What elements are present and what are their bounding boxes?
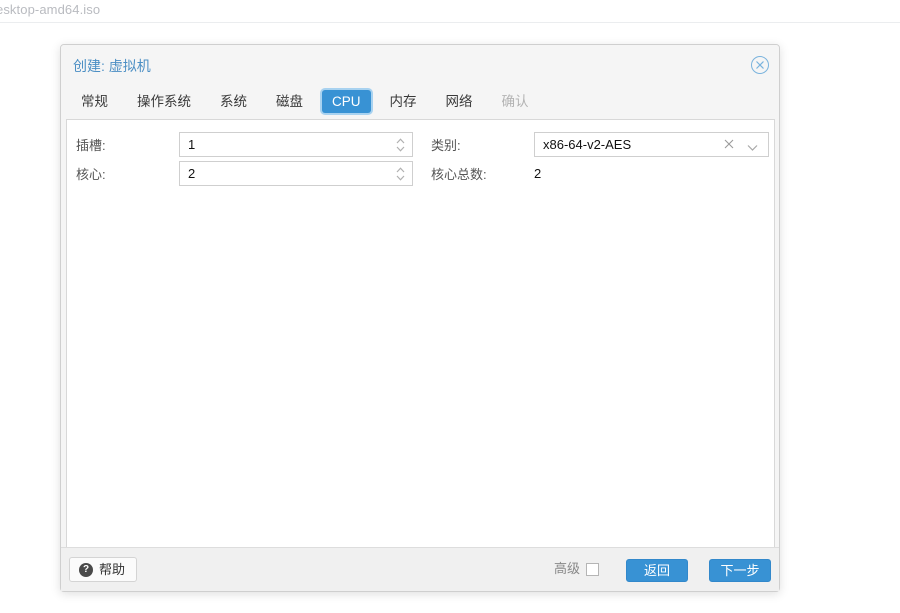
tab-general[interactable]: 常规 — [71, 90, 118, 113]
sockets-value: 1 — [188, 136, 196, 152]
advanced-label: 高级 — [553, 561, 580, 576]
cores-input[interactable]: 2 — [179, 160, 413, 186]
cores-value: 2 — [188, 165, 196, 181]
advanced-checkbox[interactable] — [586, 562, 599, 576]
spinner-updown-icon[interactable] — [393, 165, 407, 184]
tab-memory[interactable]: 内存 — [380, 90, 427, 113]
tab-cpu[interactable]: CPU — [322, 90, 371, 113]
background-divider — [0, 22, 900, 23]
type-label: 类别: — [431, 137, 461, 153]
cpu-settings-panel: 插槽: 1 核心: 2 类别: x86-64-v2-AES 核心总数: 2 — [66, 119, 775, 574]
question-mark-icon: ? — [79, 562, 93, 577]
dialog-footer: ? 帮助 高级 返回 下一步 — [61, 547, 779, 591]
tab-confirm: 确认 — [501, 94, 529, 109]
close-icon[interactable] — [751, 56, 769, 74]
field-cores: 核心: 2 — [76, 160, 413, 186]
help-button[interactable]: ? 帮助 — [69, 557, 138, 582]
total-cores-label: 核心总数: — [431, 166, 487, 182]
field-total-cores: 核心总数: 2 — [431, 160, 541, 186]
dialog-tabs: 常规 操作系统 系统 磁盘 CPU 内存 网络 确认 — [61, 85, 779, 118]
create-vm-dialog: 创建: 虚拟机 常规 操作系统 系统 磁盘 CPU 内存 网络 确认 插槽: 1 — [60, 44, 780, 592]
tab-disks[interactable]: 磁盘 — [266, 90, 313, 113]
background-filename-text: esktop-amd64.iso — [0, 2, 101, 17]
type-value: x86-64-v2-AES — [543, 136, 632, 152]
sockets-input[interactable]: 1 — [179, 131, 413, 157]
chevron-down-icon[interactable] — [746, 140, 760, 151]
total-cores-value: 2 — [534, 165, 542, 181]
field-sockets: 插槽: 1 — [76, 131, 413, 157]
spinner-updown-icon[interactable] — [393, 136, 407, 155]
tab-system[interactable]: 系统 — [210, 90, 257, 113]
tab-os[interactable]: 操作系统 — [127, 90, 201, 113]
back-button[interactable]: 返回 — [626, 559, 688, 582]
field-type: 类别: x86-64-v2-AES — [431, 131, 769, 157]
sockets-label: 插槽: — [76, 137, 106, 153]
next-button[interactable]: 下一步 — [709, 559, 771, 582]
cpu-form: 插槽: 1 核心: 2 类别: x86-64-v2-AES 核心总数: 2 — [67, 120, 774, 186]
cores-label: 核心: — [76, 166, 106, 182]
advanced-toggle[interactable]: 高级 — [554, 561, 599, 577]
type-combobox[interactable]: x86-64-v2-AES — [534, 131, 769, 157]
clear-x-icon[interactable] — [723, 138, 737, 152]
help-button-label: 帮助 — [99, 561, 126, 577]
dialog-header: 创建: 虚拟机 — [61, 45, 779, 85]
tab-network[interactable]: 网络 — [436, 90, 483, 113]
dialog-title: 创建: 虚拟机 — [73, 58, 151, 74]
